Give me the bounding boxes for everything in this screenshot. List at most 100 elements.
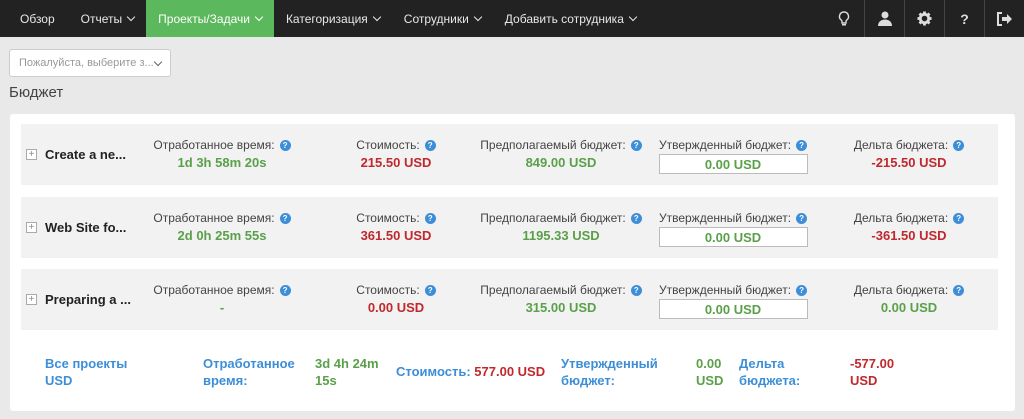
info-icon[interactable]: ? — [630, 285, 642, 296]
summary-label: Стоимость: — [396, 364, 471, 379]
approved-budget-input[interactable] — [658, 154, 808, 174]
expand-toggle[interactable]: + — [26, 222, 37, 233]
expand-toggle[interactable]: + — [26, 294, 37, 305]
info-icon[interactable]: ? — [279, 285, 291, 296]
cost-cell: Стоимость:? 215.50 USD — [346, 138, 446, 170]
info-icon[interactable]: ? — [424, 213, 436, 224]
info-icon[interactable]: ? — [796, 285, 808, 296]
summary-label: Утвержденный — [561, 356, 658, 371]
summary-all-projects: Все проекты USD — [45, 355, 127, 389]
project-filter-select[interactable]: Пожалуйста, выберите з... — [9, 49, 171, 77]
summary-label: время: — [203, 373, 248, 388]
summary-delta-value: -577.00 USD — [850, 355, 894, 389]
nav-item-label: Обзор — [20, 11, 55, 26]
info-icon[interactable]: ? — [279, 140, 291, 151]
nav-item-projects-tasks[interactable]: Проекты/Задачи — [146, 0, 274, 37]
budget-delta-label: Дельта бюджета: — [853, 211, 949, 225]
approved-budget-cell: Утвержденный бюджет:? — [653, 211, 813, 247]
summary-label: бюджета: — [739, 373, 801, 388]
planned-budget-label: Предполагаемый бюджет: — [480, 138, 626, 152]
summary-label: Отработанное — [203, 356, 295, 371]
user-icon — [877, 11, 892, 26]
summary-approved-value: 0.00 USD — [696, 355, 723, 389]
nav-item-label: Добавить сотрудника — [504, 11, 624, 26]
planned-budget-label: Предполагаемый бюджет: — [480, 211, 626, 225]
expand-toggle[interactable]: + — [26, 149, 37, 160]
worked-time-value: 2d 0h 25m 55s — [177, 228, 267, 243]
info-icon[interactable]: ? — [279, 213, 291, 224]
budget-delta-cell: Дельта бюджета:? 0.00 USD — [839, 283, 979, 315]
project-row: + Preparing a ... Отработанное время:? -… — [21, 269, 998, 330]
info-icon[interactable]: ? — [953, 213, 965, 224]
nav-item-categorization[interactable]: Категоризация — [274, 0, 392, 37]
project-name: Web Site fo... — [45, 220, 127, 235]
info-icon[interactable]: ? — [630, 213, 642, 224]
budget-delta-value: -361.50 USD — [871, 228, 947, 243]
planned-budget-value: 315.00 USD — [525, 300, 597, 315]
summary-label: USD — [45, 373, 73, 388]
nav-item-overview[interactable]: Обзор — [0, 0, 69, 37]
chevron-down-icon — [628, 12, 638, 21]
cost-value: 361.50 USD — [360, 228, 432, 243]
project-row: + Create a ne... Отработанное время:? 1d… — [21, 124, 998, 185]
planned-budget-cell: Предполагаемый бюджет:? 315.00 USD — [476, 283, 646, 315]
cost-label: Стоимость: — [356, 138, 420, 152]
nav-item-employees[interactable]: Сотрудники — [392, 0, 493, 37]
approved-budget-label: Утвержденный бюджет: — [658, 138, 792, 152]
summary-label: Все проекты — [45, 356, 128, 371]
info-icon[interactable]: ? — [796, 213, 808, 224]
help-button[interactable]: ? — [944, 0, 984, 37]
budget-delta-label: Дельта бюджета: — [853, 283, 949, 297]
approved-budget-input[interactable] — [658, 299, 808, 319]
worked-time-value: - — [219, 300, 225, 315]
budget-delta-label: Дельта бюджета: — [853, 138, 949, 152]
worked-time-label: Отработанное время: — [153, 138, 275, 152]
summary-delta-label: Дельта бюджета: — [739, 355, 800, 389]
info-icon[interactable]: ? — [796, 140, 808, 151]
nav-item-label: Проекты/Задачи — [158, 11, 250, 26]
navbar-icons: ? — [824, 0, 1024, 37]
info-icon[interactable]: ? — [953, 140, 965, 151]
user-button[interactable] — [864, 0, 904, 37]
cost-label: Стоимость: — [356, 283, 420, 297]
info-icon[interactable]: ? — [953, 285, 965, 296]
summary-worked-time-label: Отработанное время: — [203, 355, 295, 389]
budget-panel: + Create a ne... Отработанное время:? 1d… — [10, 114, 1015, 411]
worked-time-value: 1d 3h 58m 20s — [177, 155, 267, 170]
settings-button[interactable] — [904, 0, 944, 37]
cost-cell: Стоимость:? 361.50 USD — [346, 211, 446, 243]
summary-label: бюджет: — [561, 373, 616, 388]
budget-delta-cell: Дельта бюджета:? -215.50 USD — [839, 138, 979, 170]
worked-time-cell: Отработанное время:? 2d 0h 25m 55s — [147, 211, 297, 243]
nav-item-add-employee[interactable]: Добавить сотрудника — [493, 0, 648, 37]
summary-approved-label: Утвержденный бюджет: — [561, 355, 658, 389]
nav-item-reports[interactable]: Отчеты — [69, 0, 146, 37]
nav-item-label: Категоризация — [285, 11, 368, 26]
info-icon[interactable]: ? — [630, 140, 642, 151]
approved-budget-cell: Утвержденный бюджет:? — [653, 283, 813, 319]
budget-delta-value: -215.50 USD — [871, 155, 947, 170]
approved-budget-label: Утвержденный бюджет: — [658, 211, 792, 225]
project-name: Preparing a ... — [45, 292, 131, 307]
planned-budget-value: 1195.33 USD — [522, 228, 600, 243]
approved-budget-input[interactable] — [658, 227, 808, 247]
summary-label: Дельта — [739, 356, 785, 371]
planned-budget-label: Предполагаемый бюджет: — [480, 283, 626, 297]
project-name: Create a ne... — [45, 147, 126, 162]
lightbulb-button[interactable] — [824, 0, 864, 37]
project-row: + Web Site fo... Отработанное время:? 2d… — [21, 197, 998, 258]
info-icon[interactable]: ? — [424, 140, 436, 151]
cost-label: Стоимость: — [356, 211, 420, 225]
worked-time-cell: Отработанное время:? 1d 3h 58m 20s — [147, 138, 297, 170]
info-icon[interactable]: ? — [424, 285, 436, 296]
summary-value: -577.00 — [850, 356, 895, 371]
summary-worked-time-value: 3d 4h 24m 15s — [315, 355, 379, 389]
nav-item-label: Сотрудники — [403, 11, 469, 26]
budget-delta-value: 0.00 USD — [880, 300, 938, 315]
nav-item-label: Отчеты — [80, 11, 123, 26]
summary-value: 15s — [315, 373, 337, 388]
logout-button[interactable] — [984, 0, 1024, 37]
gear-icon — [917, 11, 932, 26]
chevron-down-icon — [126, 12, 136, 21]
lightbulb-icon — [838, 10, 850, 25]
